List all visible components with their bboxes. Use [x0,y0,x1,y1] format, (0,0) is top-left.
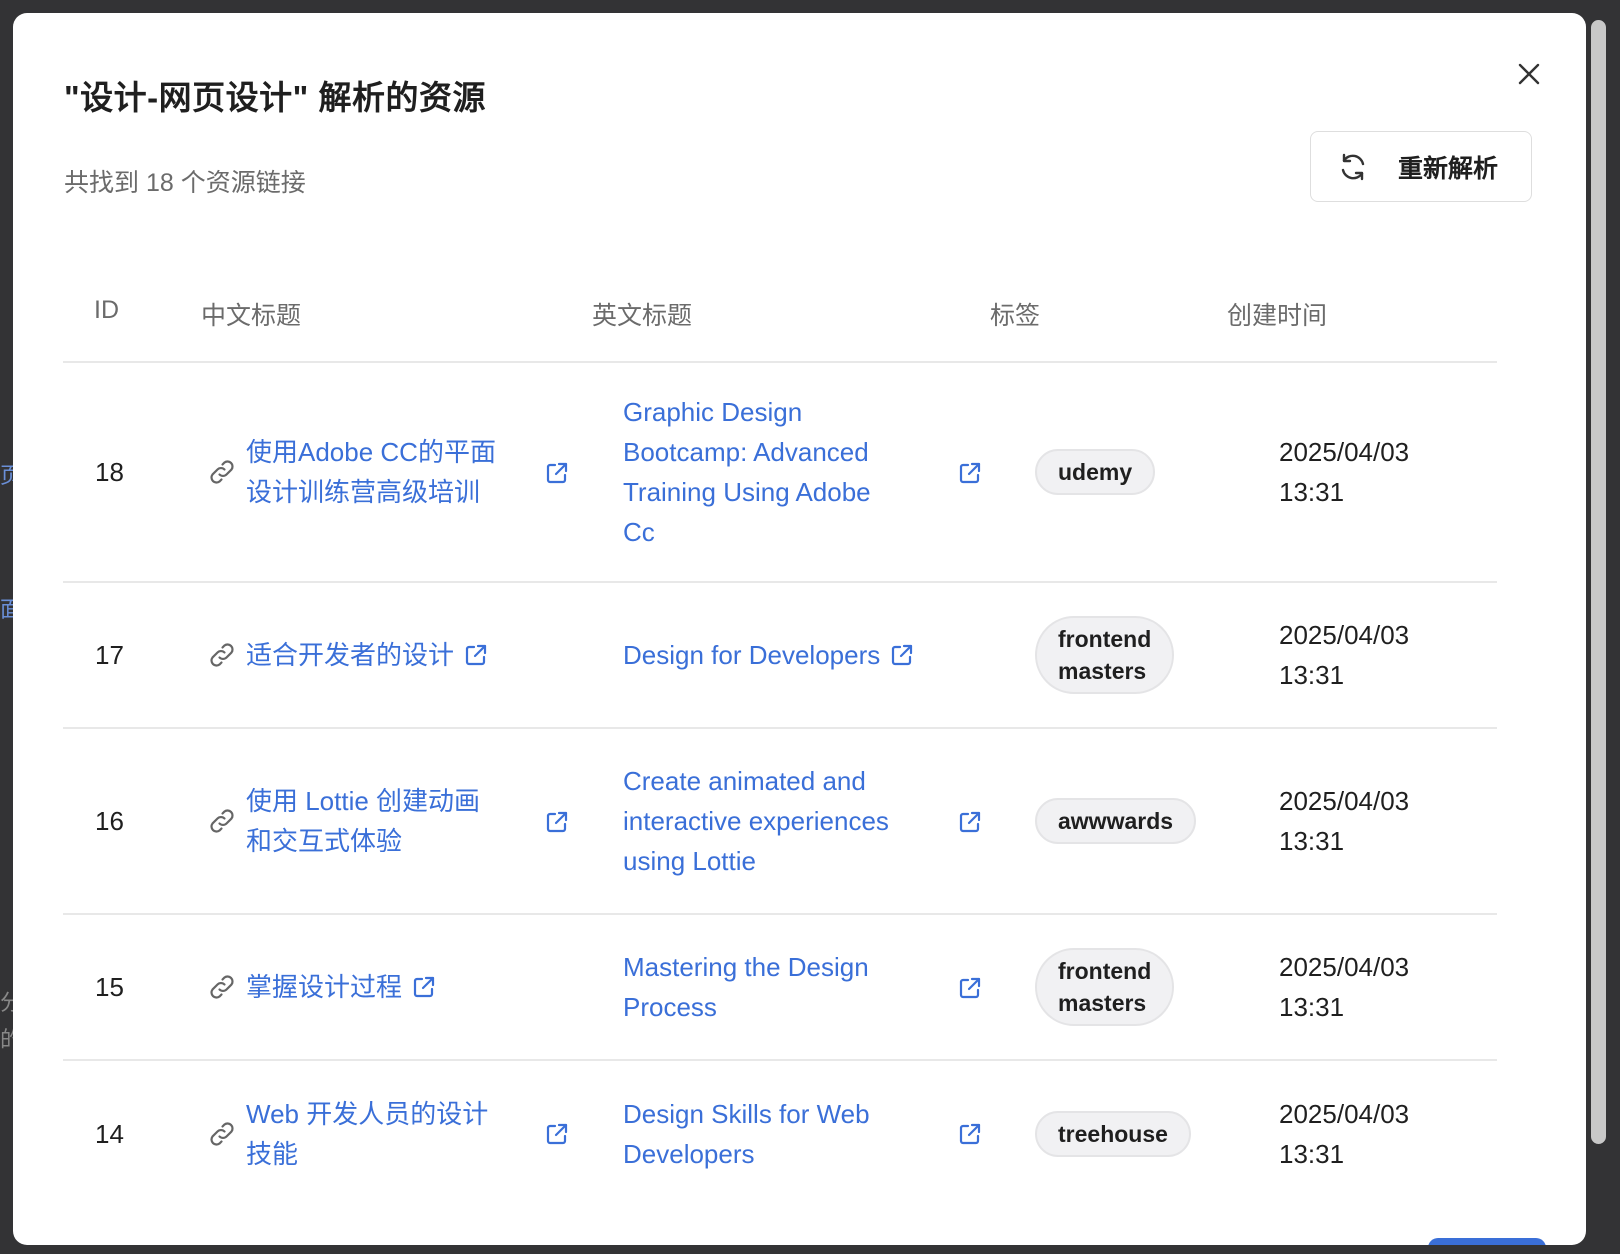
cn-title-link[interactable]: 掌握设计过程 [205,915,436,1059]
tag-badge: udemy [1035,449,1156,495]
reparse-button[interactable]: 重新解析 [1310,131,1532,202]
reparse-button-label: 重新解析 [1398,154,1499,183]
row-id: 15 [95,971,124,1002]
en-title-link[interactable]: Mastering the Design Process [623,915,869,1059]
external-link-icon[interactable] [412,975,436,999]
link-icon [210,1122,234,1146]
created-time: 2025/04/03 13:31 [1279,1099,1410,1169]
cn-title-link[interactable]: 使用 Lottie 创建动画 和交互式体验 [205,729,480,913]
link-icon [210,643,234,667]
created-time: 2025/04/03 13:31 [1279,952,1410,1022]
external-link-icon[interactable] [545,810,569,834]
link-icon [210,460,234,484]
tag-badge: frontend masters [1035,616,1175,694]
external-link-icon[interactable] [545,1122,569,1146]
cn-title-link[interactable]: 使用Adobe CC的平面 设计训练营高级培训 [205,363,496,581]
header-cn-title: 中文标题 [201,302,302,330]
cn-title-text[interactable]: 使用 Lottie 创建动画 和交互式体验 [246,781,480,861]
cn-title-link[interactable]: 适合开发者的设计 [205,583,488,727]
cn-title-text[interactable]: 适合开发者的设计 [246,635,454,675]
external-link-icon[interactable] [464,643,488,667]
tag-badge: frontend masters [1035,948,1175,1026]
en-title-link[interactable]: Graphic Design Bootcamp: Advanced Training… [623,363,871,581]
created-time: 2025/04/03 13:31 [1279,437,1410,507]
en-title-text[interactable]: Create animated and interactive experienc… [623,761,889,881]
row-id: 16 [95,805,124,836]
cn-title-text[interactable]: 使用Adobe CC的平面 设计训练营高级培训 [246,432,496,512]
en-title-text[interactable]: Design Skills for Web Developers [623,1094,870,1174]
external-link-icon[interactable] [958,1122,982,1146]
external-link-icon[interactable] [958,810,982,834]
external-link-icon[interactable] [890,643,914,667]
en-title-link[interactable]: Design Skills for Web Developers [623,1061,870,1206]
table-row: 18 使用Adobe CC的平面 设计训练营高级培训 Graphic Design… [63,363,1497,583]
table-row: 15 掌握设计过程 Mastering the Design Process fr… [63,915,1497,1061]
tag-cell: treehouse [1035,1061,1191,1206]
en-title-text[interactable]: Graphic Design Bootcamp: Advanced Training… [623,392,871,552]
tag-badge: treehouse [1035,1111,1191,1157]
close-button[interactable] [1512,57,1546,91]
table-row: 17 适合开发者的设计 Design for Developers fronte… [63,583,1497,729]
page-scrollbar-thumb[interactable] [1591,20,1606,1144]
resources-table[interactable]: ID 中文标题 英文标题 标签 创建时间 18 使用Adobe CC的平面 设计训… [63,266,1512,1206]
row-id: 14 [95,1118,124,1149]
cn-title-link[interactable]: Web 开发人员的设计 技能 [205,1061,488,1206]
refresh-icon [1341,153,1365,180]
external-link-icon[interactable] [958,976,982,1000]
close-icon [1518,63,1540,85]
dialog-title: "设计-网页设计" 解析的资源 [64,79,486,116]
external-link-icon[interactable] [545,461,569,485]
tag-badge: awwwards [1035,798,1197,844]
en-title-text[interactable]: Design for Developers [623,635,880,675]
link-icon [210,975,234,999]
tag-cell: udemy [1035,363,1156,581]
created-time: 2025/04/03 13:31 [1279,620,1410,690]
table-row: 14 Web 开发人员的设计 技能 Design Skills for Web De… [63,1061,1497,1206]
external-link-icon[interactable] [958,461,982,485]
primary-action-button[interactable] [1428,1238,1546,1245]
cn-title-text[interactable]: Web 开发人员的设计 技能 [246,1094,488,1174]
created-time: 2025/04/03 13:31 [1279,786,1410,856]
header-id: ID [94,296,119,324]
tag-cell: frontend masters [1035,583,1175,727]
table-row: 16 使用 Lottie 创建动画 和交互式体验 Create animated … [63,729,1497,915]
link-icon [210,809,234,833]
en-title-text[interactable]: Mastering the Design Process [623,947,869,1027]
result-summary: 共找到 18 个资源链接 [64,169,306,197]
en-title-link[interactable]: Design for Developers [623,583,914,727]
tag-cell: awwwards [1035,729,1197,913]
header-en-title: 英文标题 [592,302,693,330]
tag-cell: frontend masters [1035,915,1175,1059]
cn-title-text[interactable]: 掌握设计过程 [246,967,402,1007]
row-id: 17 [95,639,124,670]
resources-dialog: "设计-网页设计" 解析的资源 共找到 18 个资源链接 重新解析 ID 中文标… [13,13,1586,1245]
table-header: ID 中文标题 英文标题 标签 创建时间 [63,266,1497,363]
header-created: 创建时间 [1227,302,1328,330]
en-title-link[interactable]: Create animated and interactive experienc… [623,729,889,913]
header-tags: 标签 [990,302,1041,330]
row-id: 18 [95,456,124,487]
